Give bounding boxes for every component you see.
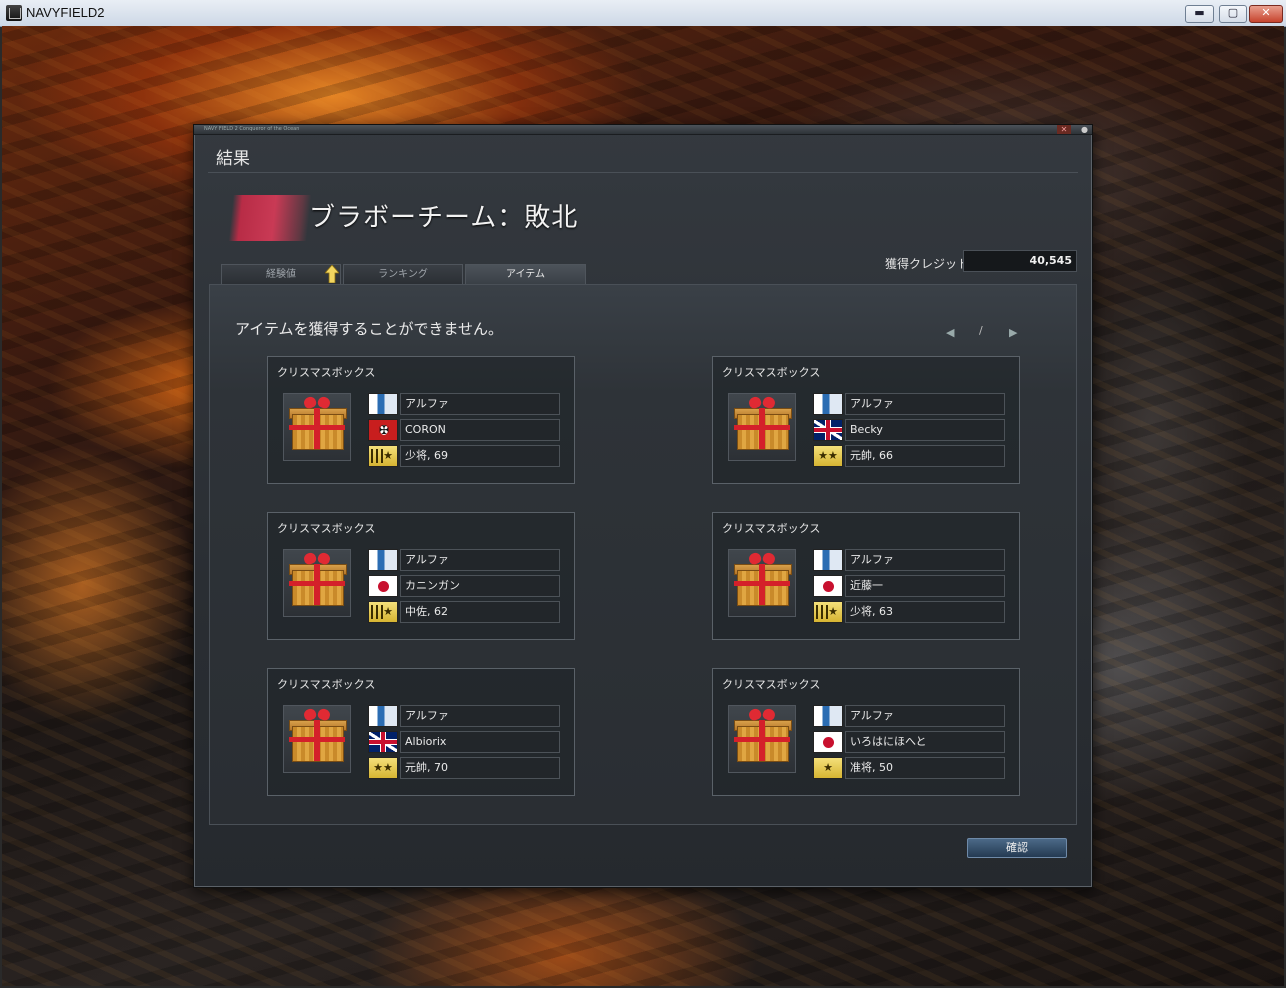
gift-box-icon xyxy=(283,393,351,461)
team-alpha-flag-icon xyxy=(368,393,398,415)
result-title: ブラボーチーム：敗北 xyxy=(309,203,579,233)
team-alpha-flag-icon xyxy=(813,393,843,415)
reward-card: クリスマスボックス アルファ カニンガン ★ 中佐, 62 xyxy=(267,512,575,640)
japan-flag-icon xyxy=(813,731,843,753)
reward-card: クリスマスボックス アルファ Albiorix ★★ 元帥, 70 xyxy=(267,668,575,796)
dialog-close-icon[interactable]: ✕ xyxy=(1057,125,1071,134)
team-field: アルファ xyxy=(845,393,1005,415)
japan-flag-icon xyxy=(813,575,843,597)
confirm-button[interactable]: 確認 xyxy=(967,838,1067,858)
gift-box-icon xyxy=(283,705,351,773)
result-dialog: NAVY FIELD 2 Conqueror of the Ocean ✕ ● … xyxy=(193,124,1093,888)
tab-ranking[interactable]: ランキング xyxy=(343,264,463,284)
gift-box-icon xyxy=(283,549,351,617)
dialog-title: 結果 xyxy=(216,149,250,169)
minimize-button[interactable]: ▬ xyxy=(1185,5,1214,23)
maximize-button[interactable]: ▢ xyxy=(1219,5,1247,23)
rank-level-field: 元帥, 70 xyxy=(400,757,560,779)
team-field: アルファ xyxy=(845,549,1005,571)
team-field: アルファ xyxy=(400,705,560,727)
dialog-gear-icon[interactable]: ● xyxy=(1080,125,1089,134)
rank-level-field: 准将, 50 xyxy=(845,757,1005,779)
rank-insignia-icon: ★ xyxy=(368,601,398,623)
reward-card: クリスマスボックス アルファ いろはにほへと ★ 准将, 50 xyxy=(712,668,1020,796)
player-name-field: 近藤一 xyxy=(845,575,1005,597)
window-titlebar: NAVYFIELD2 ▬ ▢ ✕ xyxy=(0,0,1286,27)
credit-label: 獲得クレジット xyxy=(885,257,970,271)
team-field: アルファ xyxy=(845,705,1005,727)
team-alpha-flag-icon xyxy=(813,705,843,727)
player-name-field: Becky xyxy=(845,419,1005,441)
player-name-field: いろはにほへと xyxy=(845,731,1005,753)
app-icon xyxy=(6,5,22,21)
rank-level-field: 元帥, 66 xyxy=(845,445,1005,467)
credit-value: 40,545 xyxy=(963,250,1077,272)
no-item-message: アイテムを獲得することができません。 xyxy=(235,320,504,338)
rank-level-field: 中佐, 62 xyxy=(400,601,560,623)
close-window-button[interactable]: ✕ xyxy=(1249,5,1283,23)
rank-insignia-icon: ★ xyxy=(813,601,843,623)
reward-item-name: クリスマスボックス xyxy=(277,678,376,691)
reward-card: クリスマスボックス アルファ 近藤一 ★ 少将, 63 xyxy=(712,512,1020,640)
pager-next-button[interactable]: ▶ xyxy=(1009,326,1017,339)
team-field: アルファ xyxy=(400,549,560,571)
rank-insignia-icon: ★ xyxy=(813,757,843,779)
reward-card: クリスマスボックス アルファ Becky ★★ 元帥, 66 xyxy=(712,356,1020,484)
japan-flag-icon xyxy=(368,575,398,597)
player-name-field: Albiorix xyxy=(400,731,560,753)
title-divider xyxy=(208,172,1078,173)
uk-flag-icon xyxy=(813,419,843,441)
pager-prev-button[interactable]: ◀ xyxy=(946,326,954,339)
reward-item-name: クリスマスボックス xyxy=(277,366,376,379)
reward-item-name: クリスマスボックス xyxy=(722,522,821,535)
reward-item-name: クリスマスボックス xyxy=(722,678,821,691)
team-field: アルファ xyxy=(400,393,560,415)
rank-level-field: 少将, 69 xyxy=(400,445,560,467)
team-alpha-flag-icon xyxy=(368,705,398,727)
up-arrow-icon xyxy=(325,265,339,283)
team-flag-banner xyxy=(228,195,312,241)
gift-box-icon xyxy=(728,393,796,461)
reward-card: クリスマスボックス アルファ CORON ★少将, 69 xyxy=(267,356,575,484)
dialog-top-strip: NAVY FIELD 2 Conqueror of the Ocean ✕ ● xyxy=(194,125,1092,135)
rank-insignia-icon: ★★ xyxy=(368,757,398,779)
gift-box-icon xyxy=(728,705,796,773)
player-name-field: CORON xyxy=(400,419,560,441)
reward-item-name: クリスマスボックス xyxy=(277,522,376,535)
reward-item-name: クリスマスボックス xyxy=(722,366,821,379)
window-title: NAVYFIELD2 xyxy=(26,5,105,20)
gift-box-icon xyxy=(728,549,796,617)
tab-items[interactable]: アイテム xyxy=(465,264,586,284)
rank-insignia-icon: ★★ xyxy=(813,445,843,467)
pager-separator: / xyxy=(979,324,983,337)
rank-insignia-icon: ★ xyxy=(368,445,398,467)
germany-flag-icon xyxy=(368,419,398,441)
uk-flag-icon xyxy=(368,731,398,753)
team-alpha-flag-icon xyxy=(368,549,398,571)
dialog-strip-text: NAVY FIELD 2 Conqueror of the Ocean xyxy=(204,126,300,132)
tab-experience[interactable]: 経験値 xyxy=(221,264,341,284)
rank-level-field: 少将, 63 xyxy=(845,601,1005,623)
player-name-field: カニンガン xyxy=(400,575,560,597)
team-alpha-flag-icon xyxy=(813,549,843,571)
